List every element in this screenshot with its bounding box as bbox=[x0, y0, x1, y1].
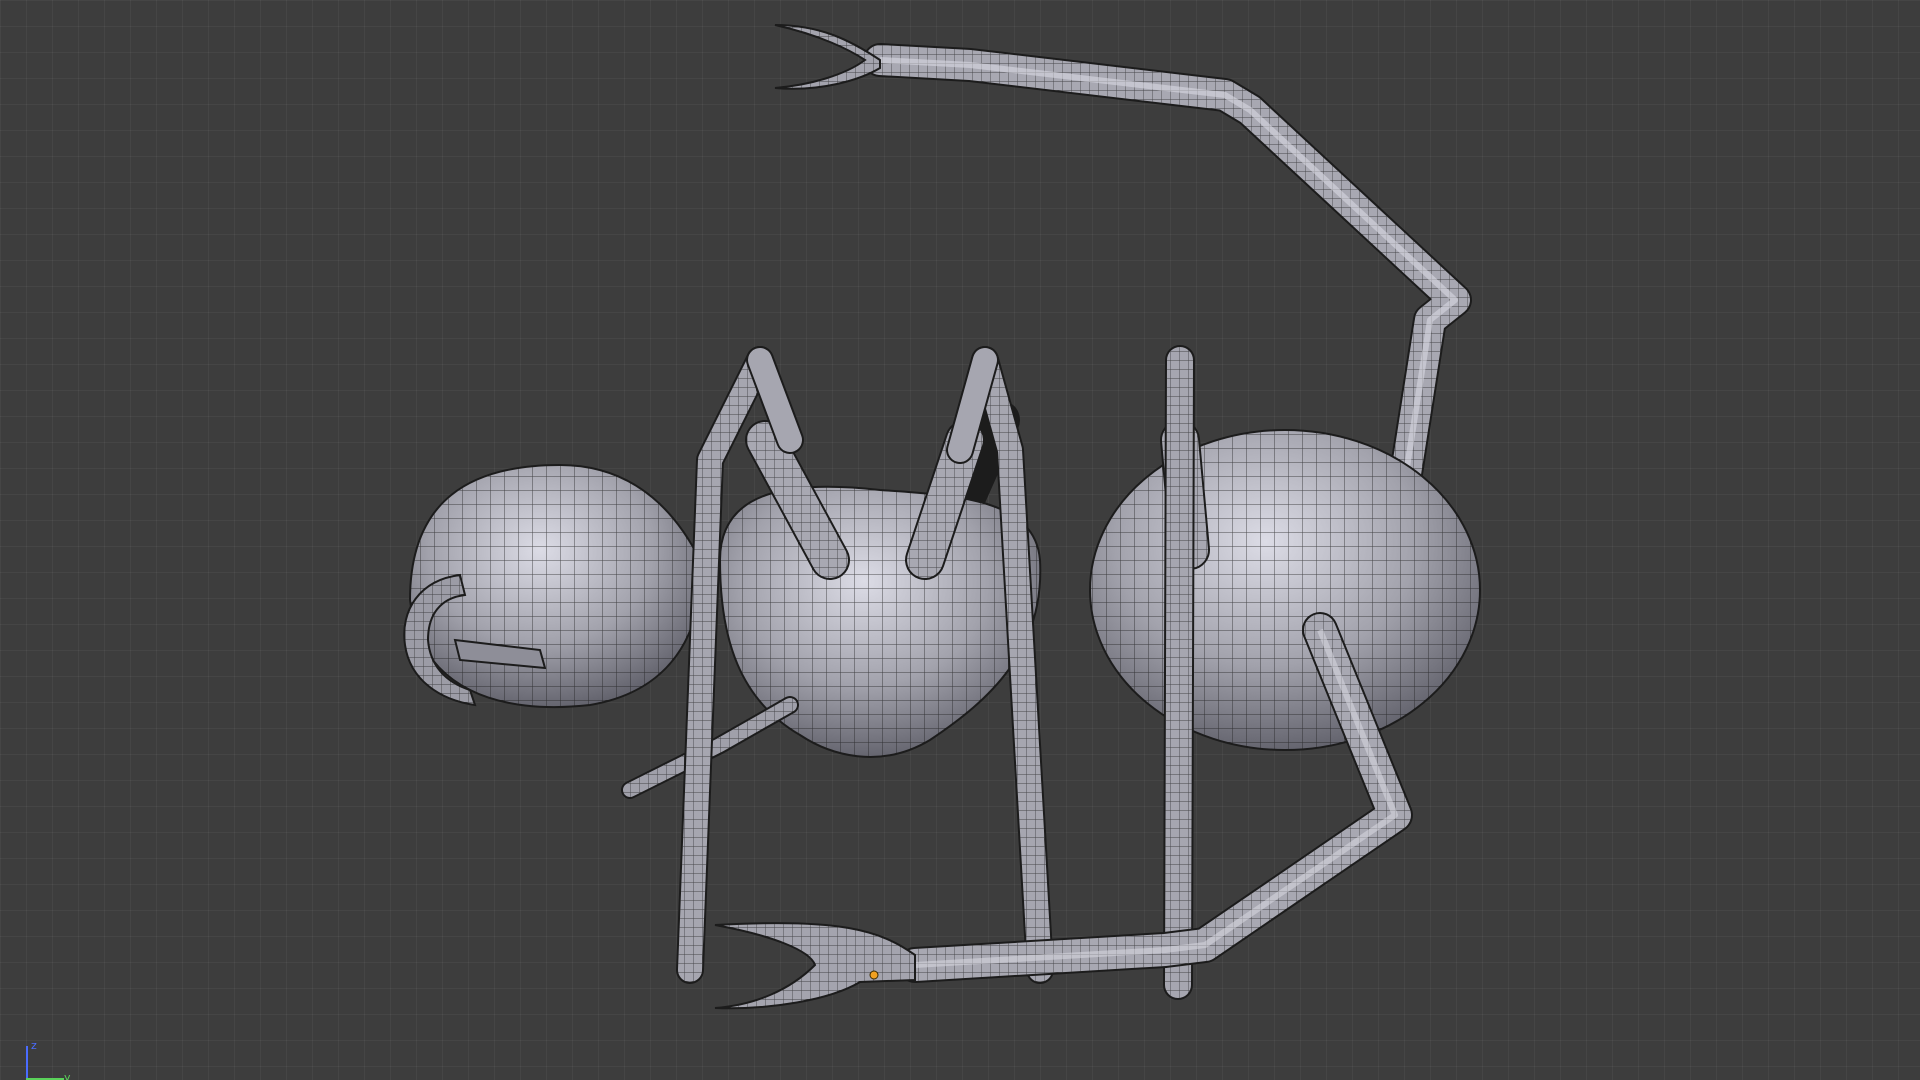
selected-vertex[interactable] bbox=[869, 970, 879, 980]
z-axis-line bbox=[26, 1046, 28, 1080]
y-axis-label: y bbox=[64, 1071, 71, 1080]
axis-gizmo: z y bbox=[14, 1038, 74, 1080]
ant-pincer-top bbox=[774, 24, 881, 90]
3d-viewport[interactable]: z y bbox=[0, 0, 1920, 1080]
ant-pincer-bottom bbox=[714, 922, 916, 1010]
ant-mesh-model[interactable] bbox=[0, 0, 1920, 1080]
ant-abdomen bbox=[1089, 429, 1481, 751]
z-axis-label: z bbox=[31, 1039, 37, 1052]
